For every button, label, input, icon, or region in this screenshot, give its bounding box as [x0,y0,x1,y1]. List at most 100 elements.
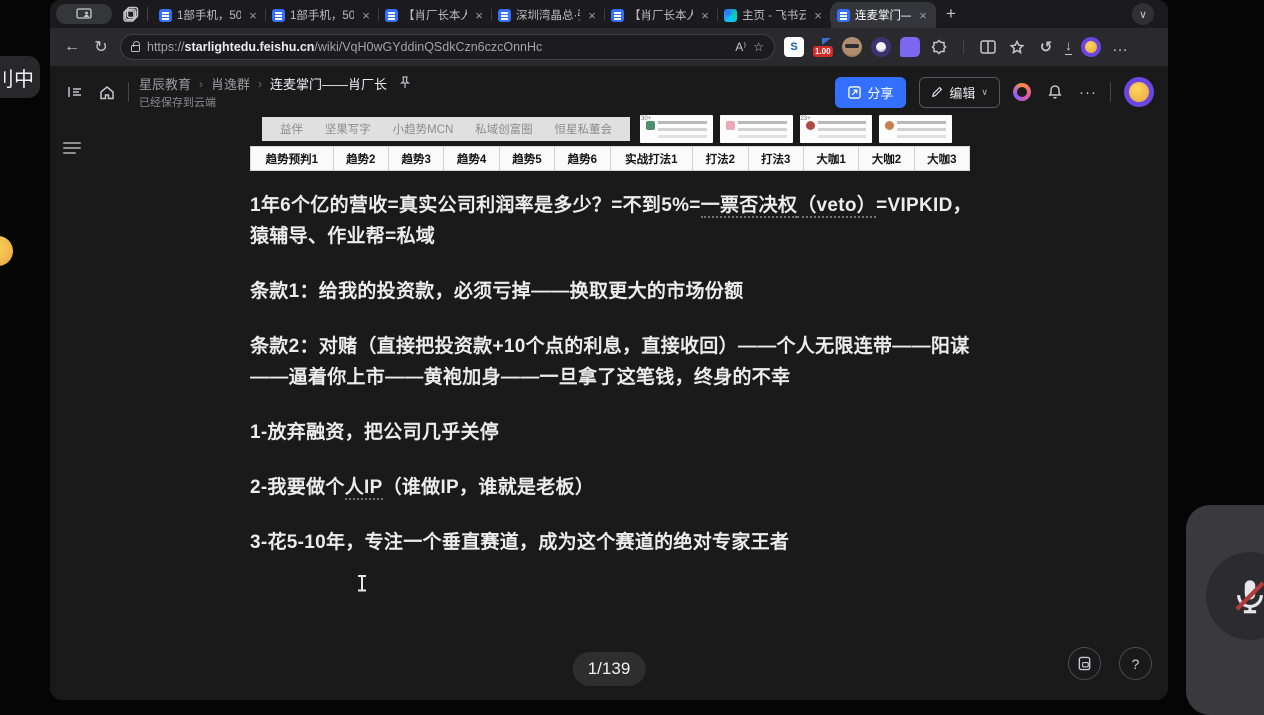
image-thumbnails: 30+23+ [640,115,952,143]
doc-favicon-icon [159,9,172,22]
url-path: /wiki/VqH0wGYddinQSdkCzn6czcOnnHc [314,40,542,54]
home-icon[interactable] [96,81,118,103]
header-separator-2 [1110,82,1111,102]
edit-button[interactable]: 编辑 ∨ [919,77,1000,108]
doc-tab-cell: 趋势3 [389,147,444,170]
history-icon[interactable]: ↺ [1036,37,1056,57]
doc-paragraph[interactable]: 1-放弃融资，把公司几乎关停 [250,417,976,448]
tab-close-icon[interactable]: × [916,8,930,23]
reload-button[interactable]: ↻ [91,37,111,57]
doc-paragraph[interactable]: 1年6个亿的营收=真实公司利润率是多少？=不到5%=一票否决权（veto）=VI… [250,190,976,252]
favorites-icon[interactable] [1007,37,1027,57]
doc-paragraph[interactable]: 3-花5-10年，专注一个垂直赛道，成为这个赛道的绝对专家王者 [250,527,976,558]
tab-close-icon[interactable]: × [246,8,260,23]
url-text[interactable]: https://starlightedu.feishu.cn/wiki/VqH0… [147,40,728,54]
image-label-band: 益伴坚果写字小趋势MCN私域创富圈恒星私董会 [262,117,630,141]
browser-toolbar: ← ↻ https://starlightedu.feishu.cn/wiki/… [50,28,1168,66]
tab-label: 1部手机，5000 [290,7,354,23]
breadcrumb-chevron-icon: › [199,77,203,91]
doc-favicon-icon [611,9,624,22]
settings-more-icon[interactable]: … [1110,38,1130,56]
screen-icon [76,8,92,20]
doc-embedded-image[interactable]: 益伴坚果写字小趋势MCN私域创富圈恒星私董会 30+23+ 趋势预判1趋势2趋势… [250,115,974,172]
browser-tab[interactable]: 【肖厂长本人】 × [379,2,492,28]
assistant-ring-icon[interactable] [1013,83,1031,101]
edit-caret-icon: ∨ [981,87,988,98]
favorite-star-icon[interactable]: ☆ [753,40,764,54]
downloads-icon[interactable]: ↓ [1065,39,1072,55]
tab-close-icon[interactable]: × [811,8,825,23]
share-label: 分享 [867,83,893,102]
band-label: 恒星私董会 [554,121,612,137]
tab-close-icon[interactable]: × [472,8,486,23]
chevron-down-icon: ∨ [1139,8,1147,21]
extension-purple-icon[interactable] [900,37,920,57]
header-more-icon[interactable]: ··· [1079,84,1097,101]
doc-favicon-icon [385,9,398,22]
breadcrumb: 星辰教育›肖逸群›连麦掌门——肖厂长 [139,74,411,93]
comments-panel-button[interactable] [1068,647,1101,680]
pin-icon[interactable] [395,76,411,92]
new-tab-button[interactable]: + [936,4,966,24]
breadcrumb-item[interactable]: 肖逸群 [211,74,250,93]
feishu-header: 星辰教育›肖逸群›连麦掌门——肖厂长 已经保存到云端 分享 编辑 ∨ [50,66,1168,118]
notifications-bell-icon[interactable] [1044,81,1066,103]
extension-badge: 1.00 [813,46,833,57]
doc-paragraph[interactable]: 2-我要做个人IP（谁做IP，谁就是老板） [250,472,976,503]
doc-tab-cell: 大咖1 [804,147,859,170]
doc-paragraph[interactable]: 条款1：给我的投资款，必须亏掉——换取更大的市场份额 [250,276,976,307]
screen: 刂中 1部手机，5000×1部手机，5000×【肖厂长本人】×深圳湾晶总 [0,0,1264,715]
back-button[interactable]: ← [62,38,82,56]
tab-label: 【肖厂长本人】 [403,7,467,23]
band-label: 私域创富圈 [475,121,533,137]
browser-tab[interactable]: 【肖厂长本人】× [605,2,718,28]
doc-text: 条款2：对赌（直接把投资款+10个点的利息，直接收回）——个人无限连带——阳谋—… [250,336,970,388]
screen-share-pill[interactable] [56,4,112,24]
extension-flag-icon[interactable]: 1.00 [813,37,833,57]
tab-dropdown-button[interactable]: ∨ [1132,3,1154,25]
browser-tab[interactable]: 深圳湾晶总·强× [492,2,605,28]
tab-label: 连麦掌门——肖厂 [855,7,911,23]
doc-outline-icon[interactable] [63,139,81,157]
sidebar-toggle-icon[interactable] [64,81,86,103]
help-button[interactable]: ? [1119,647,1152,680]
toolbar-separator [963,40,964,54]
read-aloud-icon[interactable]: A⁾ [735,40,746,54]
doc-tab-cell: 趋势4 [444,147,499,170]
extension-avatar-icon[interactable] [842,37,862,57]
lock-icon[interactable] [131,45,140,52]
tab-close-icon[interactable]: × [698,8,712,23]
thumbnail-card: 23+ [800,115,873,143]
doc-text: 3-花5-10年，专注一个垂直赛道，成为这个赛道的绝对专家王者 [250,532,789,553]
doc-favicon-icon [272,9,285,22]
breadcrumb-item[interactable]: 连麦掌门——肖厂长 [270,74,387,93]
spellcheck-underlined-text: 一票否决权 [701,195,798,218]
extension-orb-icon[interactable] [871,37,891,57]
address-bar[interactable]: https://starlightedu.feishu.cn/wiki/VqH0… [120,34,775,60]
breadcrumb-item[interactable]: 星辰教育 [139,74,191,93]
text-cursor [357,575,367,592]
tab-list: 1部手机，5000×1部手机，5000×【肖厂长本人】×深圳湾晶总·强×【肖厂长… [153,0,936,28]
split-screen-icon[interactable] [978,37,998,57]
browser-essentials-icon[interactable] [929,37,949,57]
mic-muted-button[interactable] [1206,552,1264,640]
doc-text: 2-我要做个 [250,477,345,498]
stacked-tabs-icon[interactable] [120,3,142,25]
extension-s-icon[interactable]: S [784,37,804,57]
share-button[interactable]: 分享 [835,77,906,108]
page-indicator: 1/139 [573,652,646,686]
tab-close-icon[interactable]: × [585,8,599,23]
doc-text: 1年6个亿的营收=真实公司利润率是多少？=不到5%= [250,195,701,216]
doc-paragraph[interactable]: 条款2：对赌（直接把投资款+10个点的利息，直接收回）——个人无限连带——阳谋—… [250,331,976,393]
browser-tab[interactable]: 连麦掌门——肖厂 × [831,2,936,28]
doc-text: （谁做IP，谁就是老板） [383,477,595,498]
tab-close-icon[interactable]: × [359,8,373,23]
browser-tab[interactable]: 主页 - 飞书云文档× [718,2,831,28]
band-label: 益伴 [280,121,303,137]
user-avatar[interactable] [1124,77,1154,107]
recording-bubble[interactable] [1186,505,1264,715]
browser-tab[interactable]: 1部手机，5000× [153,2,266,28]
comment-card-icon [1077,656,1092,671]
browser-tab[interactable]: 1部手机，5000 × [266,2,379,28]
browser-profile-avatar[interactable] [1081,37,1101,57]
